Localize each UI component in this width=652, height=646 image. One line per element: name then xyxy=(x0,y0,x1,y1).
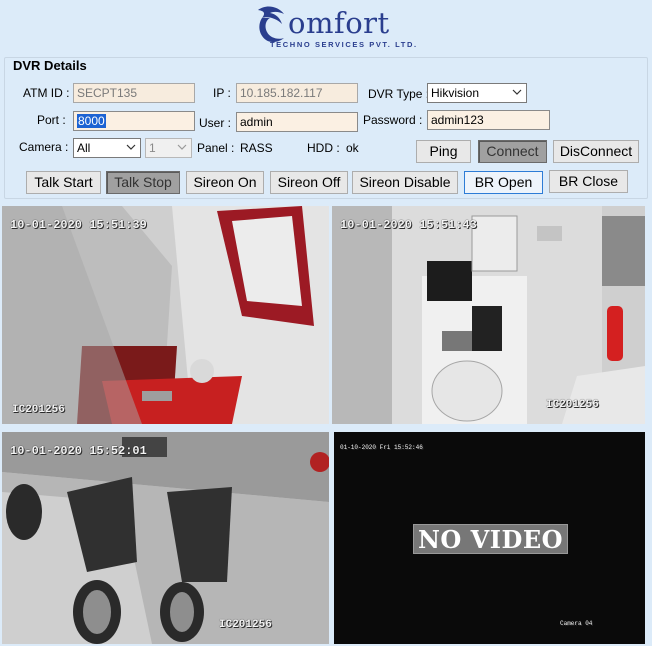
dvr-type-dropdown[interactable]: Hikvision xyxy=(427,83,527,103)
camera-3-label: IC201256 xyxy=(219,619,272,631)
port-field[interactable]: 8000 xyxy=(73,111,195,131)
port-value: 8000 xyxy=(77,114,106,128)
camera-dropdown[interactable]: All xyxy=(73,138,141,158)
password-label: Password : xyxy=(363,113,423,127)
panel-title: DVR Details xyxy=(11,58,89,73)
ping-button[interactable]: Ping xyxy=(416,140,471,163)
camera-feed-1[interactable]: 10-01-2020 15:51:39 IC201256 xyxy=(2,206,329,424)
camera-3-image xyxy=(2,432,329,644)
sireon-on-button[interactable]: Sireon On xyxy=(186,171,264,194)
dvr-details-panel: DVR Details ATM ID : SECPT135 IP : 10.18… xyxy=(4,57,648,199)
ip-field[interactable]: 10.185.182.117 xyxy=(236,83,358,103)
port-label: Port : xyxy=(37,113,66,127)
camera-1-timestamp: 10-01-2020 15:51:39 xyxy=(10,218,147,232)
camera-2-image xyxy=(332,206,645,424)
camera-value: All xyxy=(77,141,91,155)
atm-id-label: ATM ID : xyxy=(23,86,70,100)
brand-tagline: TECHNO SERVICES PVT. LTD. xyxy=(270,40,418,49)
panel-value: RASS xyxy=(240,141,273,155)
br-open-button[interactable]: BR Open xyxy=(464,171,543,194)
brand-name: omfort xyxy=(288,6,390,40)
talk-start-button[interactable]: Talk Start xyxy=(26,171,101,194)
chevron-down-icon xyxy=(126,144,136,150)
camera-number-dropdown[interactable]: 1 xyxy=(145,138,192,158)
talk-stop-button[interactable]: Talk Stop xyxy=(106,171,180,194)
hdd-label: HDD : xyxy=(307,141,340,155)
dvr-type-label: DVR Type : xyxy=(368,87,430,101)
hdd-status: ok xyxy=(346,141,359,155)
camera-number-value: 1 xyxy=(149,141,156,155)
camera-label: Camera : xyxy=(19,140,69,154)
camera-2-timestamp: 10-01-2020 15:51:43 xyxy=(340,218,477,232)
user-label: User : xyxy=(199,116,232,130)
no-video-message: NO VIDEO xyxy=(413,524,568,554)
camera-feed-3[interactable]: 10-01-2020 15:52:01 IC201256 xyxy=(2,432,329,644)
camera-feed-4[interactable]: 01-10-2020 Fri 15:52:46 NO VIDEO Camera … xyxy=(334,432,645,644)
camera-2-label: IC201256 xyxy=(546,399,599,411)
ip-label: IP : xyxy=(213,86,231,100)
atm-id-field[interactable]: SECPT135 xyxy=(73,83,195,103)
sireon-off-button[interactable]: Sireon Off xyxy=(270,171,348,194)
chevron-down-icon xyxy=(177,144,187,150)
disconnect-button[interactable]: DisConnect xyxy=(553,140,639,163)
chevron-down-icon xyxy=(512,89,522,95)
camera-feed-2[interactable]: 10-01-2020 15:51:43 IC201256 xyxy=(332,206,645,424)
camera-4-timestamp: 01-10-2020 Fri 15:52:46 xyxy=(340,444,423,451)
header: omfort TECHNO SERVICES PVT. LTD. xyxy=(0,0,652,56)
panel-label: Panel : xyxy=(197,141,235,155)
camera-3-timestamp: 10-01-2020 15:52:01 xyxy=(10,444,147,458)
br-close-button[interactable]: BR Close xyxy=(549,170,628,193)
camera-1-label: IC201256 xyxy=(12,404,65,416)
camera-1-image xyxy=(2,206,329,424)
camera-4-label: Camera 04 xyxy=(560,620,593,627)
user-field[interactable]: admin xyxy=(236,112,358,132)
password-field[interactable]: admin123 xyxy=(427,110,550,130)
dvr-type-value: Hikvision xyxy=(431,86,480,100)
sireon-disable-button[interactable]: Sireon Disable xyxy=(352,171,458,194)
connect-button[interactable]: Connect xyxy=(478,140,547,163)
